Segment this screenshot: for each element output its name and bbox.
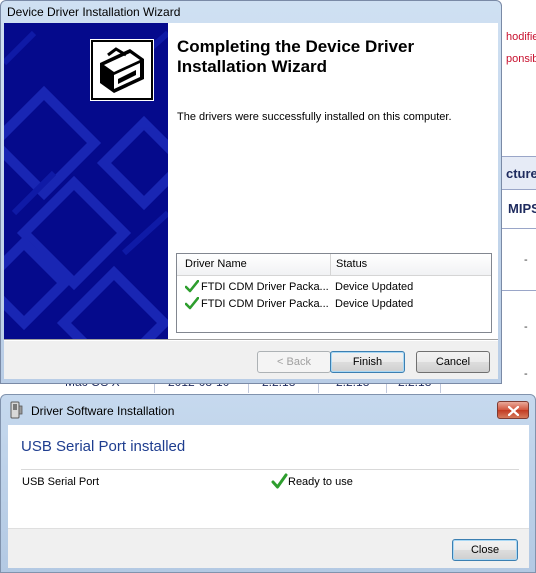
wizard-content-panel: Completing the Device Driver Installatio… <box>4 23 498 339</box>
wizard-heading: Completing the Device Driver Installatio… <box>177 37 415 76</box>
bg-text-fragment: hodifie <box>506 31 536 43</box>
driver-list[interactable]: Driver Name Status FTDI CDM Driver Packa… <box>176 253 492 333</box>
bg-table-line <box>502 228 536 229</box>
bg-column-header: cture <box>506 166 536 181</box>
driver-install-icon <box>10 401 23 419</box>
bg-table-line <box>502 189 536 190</box>
device-status: Ready to use <box>288 476 353 488</box>
driver-status: Device Updated <box>335 281 414 293</box>
driver-wizard-window: Device Driver Installation Wizard Comple… <box>0 0 502 384</box>
column-header-driver-name[interactable]: Driver Name <box>185 258 247 270</box>
checkmark-icon <box>271 473 288 489</box>
checkmark-icon <box>185 297 199 310</box>
driver-name: FTDI CDM Driver Packa... <box>201 298 329 310</box>
driver-list-row[interactable]: FTDI CDM Driver Packa... Device Updated <box>177 296 491 313</box>
driver-list-header: Driver Name Status <box>177 254 491 276</box>
driver-list-row[interactable]: FTDI CDM Driver Packa... Device Updated <box>177 279 491 296</box>
driver-install-dialog: Driver Software Installation USB Serial … <box>0 394 536 573</box>
driver-name: FTDI CDM Driver Packa... <box>201 281 329 293</box>
dialog-client-area: USB Serial Port installed USB Serial Por… <box>8 425 529 568</box>
driver-status: Device Updated <box>335 298 414 310</box>
bg-table-cell: - <box>524 254 528 266</box>
close-x-icon <box>508 406 519 416</box>
dialog-close-button[interactable] <box>497 401 529 419</box>
device-name: USB Serial Port <box>22 476 100 488</box>
dialog-separator <box>21 469 519 470</box>
bg-text-fragment: ponsib <box>506 53 536 65</box>
dialog-title: Driver Software Installation <box>31 404 175 418</box>
dialog-heading: USB Serial Port installed <box>21 438 186 455</box>
wizard-title: Device Driver Installation Wizard <box>7 5 181 19</box>
back-button[interactable]: < Back <box>257 351 331 373</box>
bg-column-header: MIPS <box>508 201 536 216</box>
close-button[interactable]: Close <box>452 539 518 561</box>
finish-button[interactable]: Finish <box>330 351 405 373</box>
wizard-message: The drivers were successfully installed … <box>177 111 452 123</box>
column-divider[interactable] <box>330 254 331 275</box>
wizard-banner <box>4 23 168 339</box>
checkmark-icon <box>185 280 199 293</box>
wizard-footer-separator <box>4 339 498 341</box>
wizard-titlebar[interactable]: Device Driver Installation Wizard <box>1 1 501 23</box>
dialog-footer: Close <box>8 528 529 568</box>
hardware-install-icon <box>90 39 154 101</box>
column-header-status[interactable]: Status <box>336 258 367 270</box>
bg-table-line <box>502 290 536 291</box>
bg-table-cell: - <box>524 321 528 333</box>
cancel-button[interactable]: Cancel <box>416 351 490 373</box>
wizard-client-area: Completing the Device Driver Installatio… <box>4 23 498 379</box>
